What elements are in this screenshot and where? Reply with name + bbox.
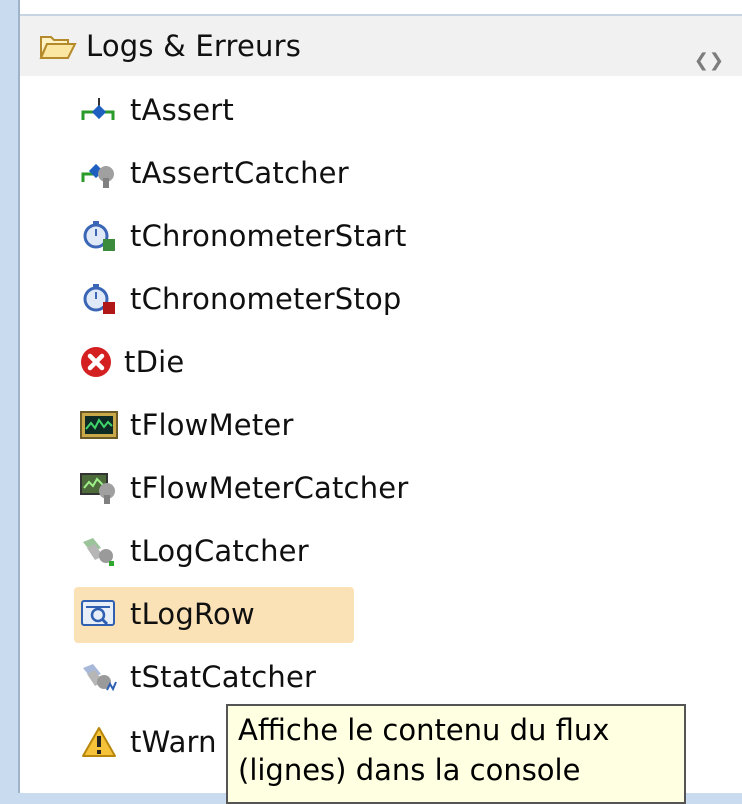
- palette-item-label: tAssert: [130, 93, 234, 127]
- palette-item-tflowmeter[interactable]: tFlowMeter: [76, 395, 294, 455]
- open-folder-icon: [38, 28, 78, 64]
- warning-icon: [76, 724, 122, 760]
- palette-item-label: tDie: [124, 345, 185, 379]
- palette-item-twarn[interactable]: tWarn: [76, 712, 217, 772]
- chronometer-stop-icon: [76, 281, 122, 317]
- palette-item-label: tWarn: [130, 725, 217, 759]
- palette-item-tflowmetercatcher[interactable]: tFlowMeterCatcher: [76, 458, 408, 518]
- palette-item-label: tFlowMeterCatcher: [130, 471, 409, 505]
- stat-catcher-icon: [76, 659, 122, 695]
- palette-item-label: tLogCatcher: [130, 534, 309, 568]
- palette-item-tassertcatcher[interactable]: tAssertCatcher: [76, 143, 349, 203]
- palette-item-tlogcatcher[interactable]: tLogCatcher: [76, 521, 309, 581]
- log-catcher-icon: [76, 533, 122, 569]
- panel-top-border: [20, 0, 742, 16]
- tooltip-line-1: Affiche le contenu du flux: [238, 713, 610, 747]
- palette-category-header[interactable]: Logs & Erreurs ❮❯: [20, 16, 742, 76]
- palette-item-label: tAssertCatcher: [130, 156, 349, 190]
- chronometer-start-icon: [76, 218, 122, 254]
- assert-catcher-icon: [76, 155, 122, 191]
- assert-icon: [76, 92, 122, 128]
- palette-item-label: tChronometerStart: [130, 219, 407, 253]
- palette-item-tstatcatcher[interactable]: tStatCatcher: [76, 647, 316, 707]
- palette-item-label: tLogRow: [130, 597, 255, 631]
- log-row-icon: [76, 596, 122, 632]
- palette-panel: Logs & Erreurs ❮❯ tAssert tAssertCatcher: [18, 0, 742, 804]
- palette-item-tlogrow[interactable]: tLogRow: [76, 584, 255, 644]
- palette-item-label: tChronometerStop: [130, 282, 402, 316]
- flow-meter-icon: [76, 407, 122, 443]
- palette-item-tdie[interactable]: tDie: [76, 332, 184, 392]
- flow-meter-catcher-icon: [76, 470, 122, 506]
- die-icon: [76, 344, 116, 380]
- palette-item-tassert[interactable]: tAssert: [76, 80, 234, 140]
- palette-item-tchronometerstop[interactable]: tChronometerStop: [76, 269, 402, 329]
- component-tooltip: Affiche le contenu du flux (lignes) dans…: [226, 704, 686, 804]
- category-label: Logs & Erreurs: [86, 29, 302, 63]
- palette-item-label: tStatCatcher: [130, 660, 317, 694]
- collapse-toggle-icon[interactable]: ❮❯: [694, 50, 724, 71]
- palette-item-label: tFlowMeter: [130, 408, 294, 442]
- tooltip-line-2: (lignes) dans la console: [238, 753, 581, 787]
- palette-item-tchronometerstart[interactable]: tChronometerStart: [76, 206, 407, 266]
